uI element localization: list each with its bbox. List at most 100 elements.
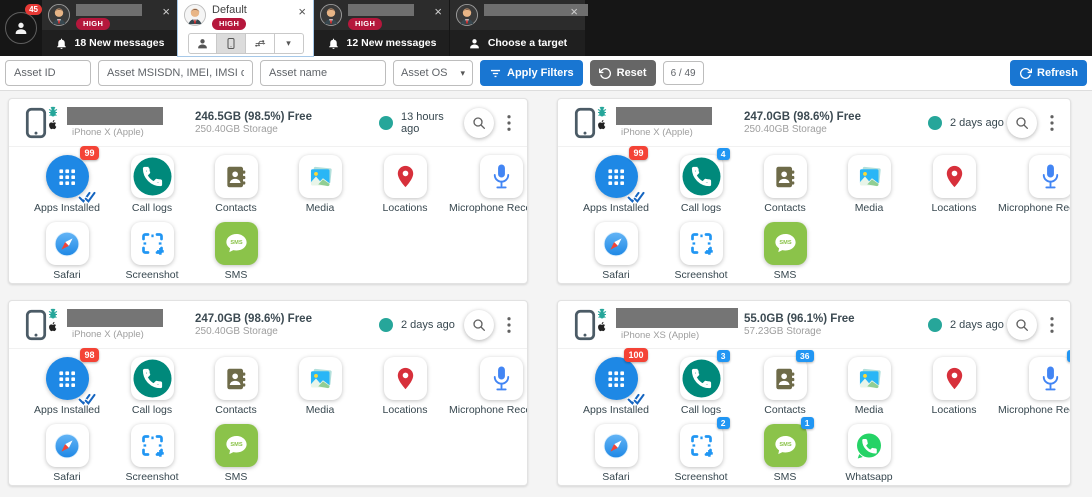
feature-grid: 98Apps InstalledCall logsContactsMediaLo…	[9, 349, 527, 483]
feature-contacts[interactable]: Contacts	[193, 155, 279, 214]
feature-label: Screenshot	[674, 471, 727, 483]
feature-locations[interactable]: Locations	[910, 155, 998, 214]
feature-label: SMS	[225, 269, 248, 281]
smartphone-view-button[interactable]	[217, 33, 246, 54]
feature-apps[interactable]: 100Apps Installed	[572, 357, 660, 416]
feature-media[interactable]: Media	[828, 357, 910, 416]
target-tab-1[interactable]: HIGH × 18 New messages	[42, 0, 177, 56]
feature-calls[interactable]: 4Call logs	[660, 155, 742, 214]
home-count-badge: 45	[25, 4, 42, 15]
new-messages-bar[interactable]: 12 New messages	[314, 30, 449, 56]
sms-bubble-icon: SMS	[223, 230, 250, 257]
mic-tile	[1029, 155, 1071, 198]
close-icon[interactable]: ×	[298, 5, 306, 18]
feature-safari[interactable]: Safari	[572, 424, 660, 483]
sms-tile: SMS	[215, 222, 258, 265]
asset-msisdn-input[interactable]	[98, 60, 253, 86]
apply-filters-button[interactable]: Apply Filters	[480, 60, 583, 86]
target-tab-4[interactable]: × Choose a target	[450, 0, 585, 56]
search-button[interactable]	[464, 310, 494, 340]
device-icon	[23, 105, 67, 141]
asset-card: iPhone X (Apple) 247.0GB (98.6%) Free 25…	[8, 300, 528, 486]
feature-media[interactable]: Media	[279, 357, 361, 416]
calls-tile	[131, 155, 174, 198]
refresh-button[interactable]: Refresh	[1010, 60, 1087, 86]
feature-safari[interactable]: Safari	[572, 222, 660, 281]
mic-tile	[480, 155, 523, 198]
new-messages-bar[interactable]: 18 New messages	[42, 30, 177, 56]
feature-label: Microphone Recording	[998, 404, 1071, 416]
feature-contacts[interactable]: Contacts	[742, 155, 828, 214]
feature-whatsapp[interactable]: Whatsapp	[828, 424, 910, 483]
more-menu-button[interactable]	[1048, 113, 1056, 133]
feature-locations[interactable]: Locations	[361, 155, 449, 214]
last-seen: 2 days ago	[363, 318, 464, 332]
redacted-asset-name	[67, 107, 163, 125]
feature-mic[interactable]: Microphone Recording	[998, 155, 1071, 214]
targets-home-button[interactable]: 45	[0, 0, 42, 56]
redacted-target-name	[348, 4, 414, 16]
feature-media[interactable]: Media	[279, 155, 361, 214]
feature-mic[interactable]: 5Microphone Recording	[998, 357, 1071, 416]
more-menu-button[interactable]	[1048, 315, 1056, 335]
apps-tile: 99	[46, 155, 89, 198]
feature-calls[interactable]: 3Call logs	[660, 357, 742, 416]
refresh-label: Refresh	[1037, 67, 1078, 79]
media-tile	[848, 357, 891, 400]
feature-apps[interactable]: 99Apps Installed	[23, 155, 111, 214]
calls-tile: 3	[680, 357, 723, 400]
contacts-tile	[215, 357, 258, 400]
target-avatar	[456, 4, 478, 26]
safari-compass-icon	[53, 432, 81, 460]
target-avatar	[320, 4, 342, 26]
feature-contacts[interactable]: 36Contacts	[742, 357, 828, 416]
feature-mic[interactable]: Microphone Recording	[449, 155, 528, 214]
close-icon[interactable]: ×	[162, 5, 170, 18]
search-button[interactable]	[1007, 310, 1037, 340]
close-icon[interactable]: ×	[570, 5, 578, 18]
default-tab[interactable]: Default HIGH × ▾	[178, 0, 313, 56]
redacted-asset-name	[616, 308, 738, 328]
close-icon[interactable]: ×	[434, 5, 442, 18]
feature-sms[interactable]: SMSSMS	[193, 424, 279, 483]
feature-sms[interactable]: SMSSMS	[742, 222, 828, 281]
feature-screenshot[interactable]: 2Screenshot	[660, 424, 742, 483]
feature-safari[interactable]: Safari	[23, 222, 111, 281]
last-seen: 13 hours ago	[363, 111, 464, 135]
sms-bubble-icon: SMS	[772, 230, 799, 257]
more-menu-button[interactable]	[505, 315, 513, 335]
feature-calls[interactable]: Call logs	[111, 155, 193, 214]
feature-label: Locations	[383, 202, 428, 214]
feature-label: Locations	[932, 202, 977, 214]
feature-screenshot[interactable]: Screenshot	[111, 222, 193, 281]
apps-tile: 98	[46, 357, 89, 400]
person-view-button[interactable]	[188, 33, 217, 54]
feature-locations[interactable]: Locations	[910, 357, 998, 416]
usb-view-button[interactable]	[246, 33, 275, 54]
feature-sms[interactable]: SMS SMS	[193, 222, 279, 281]
feature-screenshot[interactable]: Screenshot	[111, 424, 193, 483]
feature-label: Safari	[53, 471, 80, 483]
feature-apps[interactable]: 98Apps Installed	[23, 357, 111, 416]
feature-media[interactable]: Media	[828, 155, 910, 214]
reset-button[interactable]: Reset	[590, 60, 656, 86]
more-menu-button[interactable]	[505, 113, 513, 133]
choose-target-bar[interactable]: Choose a target	[450, 30, 585, 56]
feature-screenshot[interactable]: Screenshot	[660, 222, 742, 281]
feature-sms[interactable]: SMS1SMS	[742, 424, 828, 483]
asset-name-input[interactable]	[260, 60, 386, 86]
feature-contacts[interactable]: Contacts	[193, 357, 279, 416]
feature-calls[interactable]: Call logs	[111, 357, 193, 416]
feature-label: SMS	[774, 471, 797, 483]
search-button[interactable]	[1007, 108, 1037, 138]
target-tab-3[interactable]: HIGH × 12 New messages	[314, 0, 449, 56]
caret-down-icon[interactable]: ▾	[275, 33, 304, 54]
feature-locations[interactable]: Locations	[361, 357, 449, 416]
feature-apps[interactable]: 99Apps Installed	[572, 155, 660, 214]
phone-call-icon	[680, 357, 723, 400]
feature-safari[interactable]: Safari	[23, 424, 111, 483]
feature-mic[interactable]: Microphone Recording	[449, 357, 528, 416]
asset-os-select[interactable]: Asset OS ▾	[393, 60, 473, 86]
search-button[interactable]	[464, 108, 494, 138]
asset-id-input[interactable]	[5, 60, 91, 86]
